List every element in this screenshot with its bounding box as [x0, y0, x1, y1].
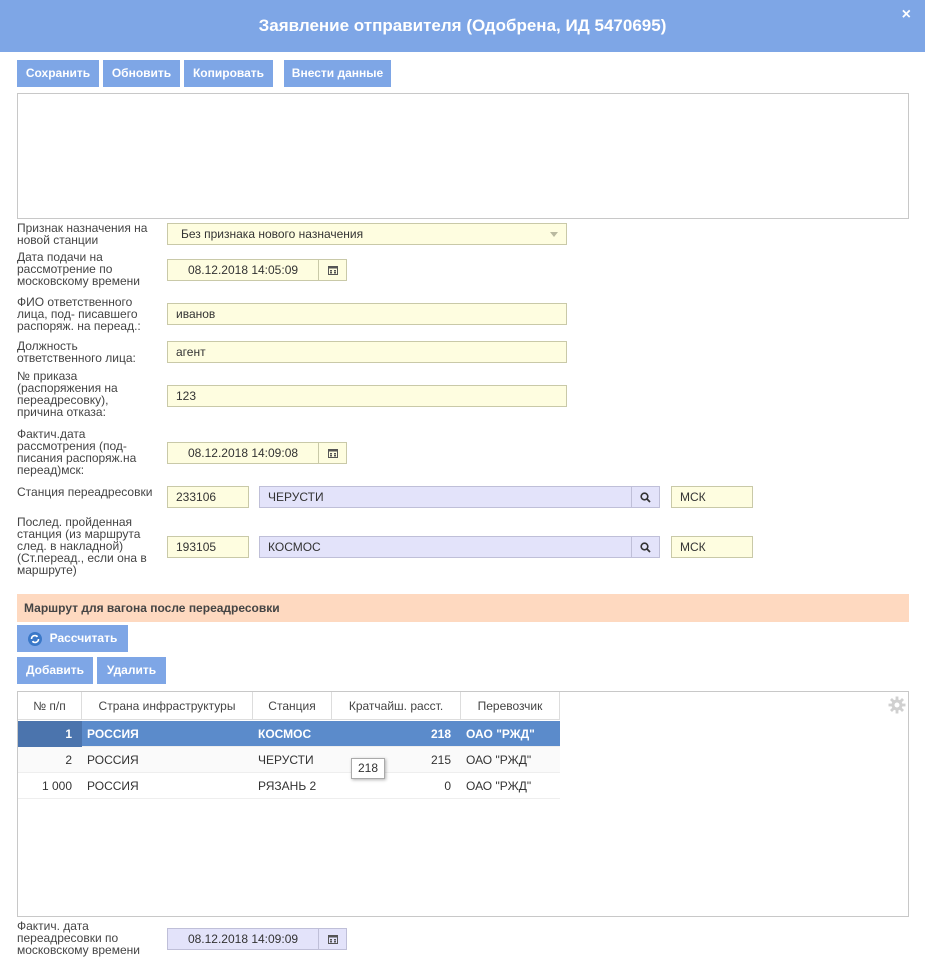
column-header-distance[interactable]: Кратчайш. расст.: [332, 692, 461, 720]
responsible-name-label: ФИО ответственного лица, под- писавшего …: [17, 295, 141, 333]
notes-textarea[interactable]: [17, 93, 909, 219]
actual-review-date-field[interactable]: 08.12.2018 14:09:08: [167, 442, 319, 464]
cell-country: РОССИЯ: [87, 779, 139, 793]
column-header-station[interactable]: Станция: [253, 692, 332, 720]
redirect-station-label: Станция переадресовки: [17, 485, 153, 499]
last-station-road-field[interactable]: МСК: [671, 536, 753, 558]
route-section-header: Маршрут для вагона после переадресовки: [17, 594, 909, 622]
new-station-sign-value: Без признака нового назначения: [181, 227, 364, 241]
redirect-station-code-field[interactable]: 233106: [167, 486, 249, 508]
gear-icon[interactable]: [888, 696, 906, 717]
delete-button[interactable]: Удалить: [97, 657, 166, 684]
refresh-icon: [27, 631, 42, 646]
last-station-code-field[interactable]: 193105: [167, 536, 249, 558]
redirect-station-road-field[interactable]: МСК: [671, 486, 753, 508]
cell-station: КОСМОС: [258, 727, 312, 741]
cell-country: РОССИЯ: [87, 753, 139, 767]
enter-data-button[interactable]: Внести данные: [284, 60, 391, 87]
submit-date-label: Дата подачи на рассмотрение по московско…: [17, 250, 140, 288]
cell-number: 2: [65, 753, 72, 767]
new-station-sign-select[interactable]: Без признака нового назначения: [167, 223, 567, 245]
cell-station: ЧЕРУСТИ: [258, 753, 314, 767]
new-station-sign-label: Признак назначения на новой станции: [17, 221, 148, 247]
column-header-number[interactable]: № п/п: [18, 692, 82, 720]
column-header-country[interactable]: Страна инфраструктуры: [82, 692, 253, 720]
cell-country: РОССИЯ: [87, 727, 139, 741]
last-station-label: Послед. пройденная станция (из маршрута …: [17, 515, 147, 577]
actual-redirect-date-field[interactable]: 08.12.2018 14:09:09: [167, 928, 319, 950]
cell-distance: 218: [430, 727, 451, 741]
table-row[interactable]: 1 000 РОССИЯ РЯЗАНЬ 2 0 ОАО "РЖД": [18, 773, 560, 799]
responsible-name-field[interactable]: иванов: [167, 303, 567, 325]
actual-redirect-date-label: Фактич. дата переадресовки по московском…: [17, 919, 140, 957]
distance-tooltip: 218: [351, 758, 385, 779]
calculate-label: Рассчитать: [49, 631, 118, 645]
cell-number: 1 000: [41, 779, 72, 793]
responsible-position-label: Должность ответственного лица:: [17, 339, 136, 365]
route-grid: № п/п Страна инфраструктуры Станция Крат…: [17, 691, 909, 917]
submit-date-field[interactable]: 08.12.2018 14:05:09: [167, 259, 319, 281]
search-icon[interactable]: [631, 486, 660, 508]
table-row[interactable]: 2 РОССИЯ ЧЕРУСТИ 215 ОАО "РЖД": [18, 747, 560, 773]
table-row[interactable]: 1 РОССИЯ КОСМОС 218 ОАО "РЖД": [18, 721, 560, 747]
refresh-button[interactable]: Обновить: [103, 60, 180, 87]
order-number-label: № приказа (распоряжения на переадресовку…: [17, 369, 118, 419]
actual-review-date-label: Фактич.дата рассмотрения (под- писания р…: [17, 427, 137, 477]
grid-header: № п/п Страна инфраструктуры Станция Крат…: [18, 692, 560, 720]
dialog-titlebar: Заявление отправителя (Одобрена, ИД 5470…: [0, 0, 925, 52]
redirect-station-name-field[interactable]: ЧЕРУСТИ: [259, 486, 632, 508]
cell-carrier: ОАО "РЖД": [466, 779, 532, 793]
last-station-name-field[interactable]: КОСМОС: [259, 536, 632, 558]
save-button[interactable]: Сохранить: [17, 60, 99, 87]
chevron-down-icon: [550, 232, 558, 237]
cell-number: 1: [18, 721, 82, 747]
add-button[interactable]: Добавить: [17, 657, 93, 684]
dialog-title: Заявление отправителя (Одобрена, ИД 5470…: [258, 16, 667, 35]
calendar-icon[interactable]: [318, 259, 347, 281]
cell-station: РЯЗАНЬ 2: [258, 779, 317, 793]
copy-button[interactable]: Копировать: [184, 60, 273, 87]
calculate-button[interactable]: Рассчитать: [17, 625, 128, 652]
responsible-position-field[interactable]: агент: [167, 341, 567, 363]
column-header-carrier[interactable]: Перевозчик: [461, 692, 560, 720]
search-icon[interactable]: [631, 536, 660, 558]
calendar-icon[interactable]: [318, 928, 347, 950]
cell-carrier: ОАО "РЖД": [466, 753, 532, 767]
calendar-icon[interactable]: [318, 442, 347, 464]
close-icon[interactable]: ×: [902, 6, 911, 24]
cell-carrier: ОАО "РЖД": [466, 727, 535, 741]
order-number-field[interactable]: 123: [167, 385, 567, 407]
